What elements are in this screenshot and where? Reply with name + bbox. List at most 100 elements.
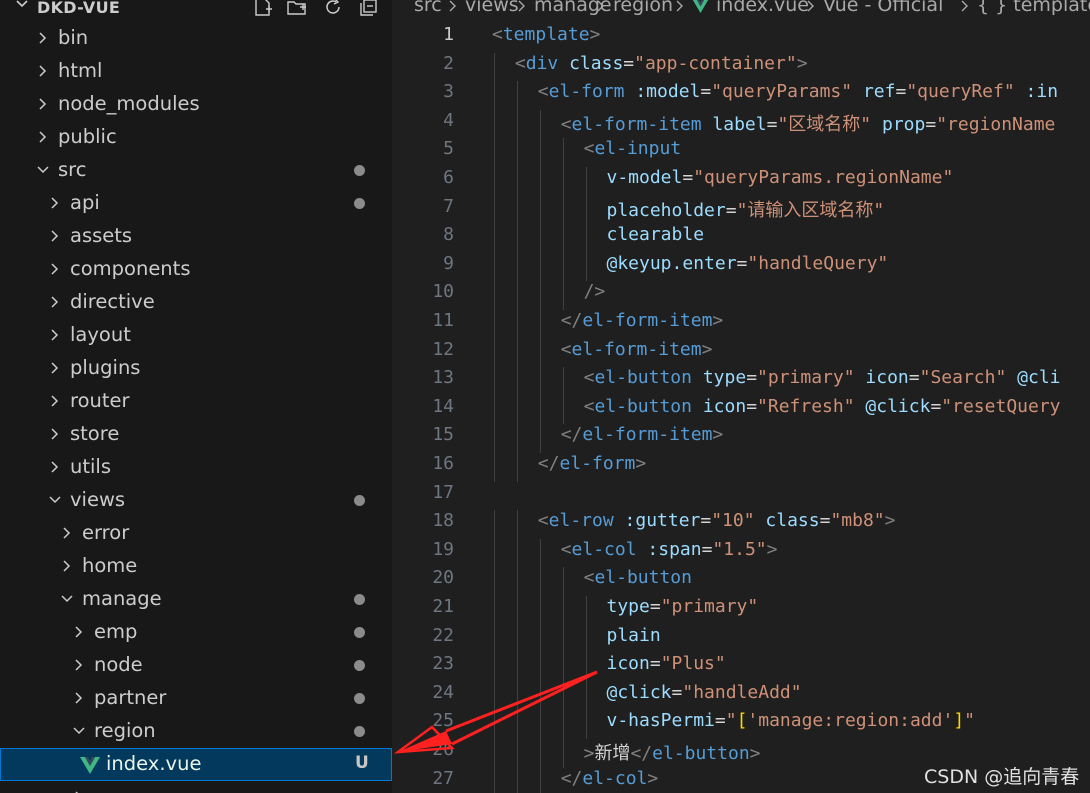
chevron-right-icon[interactable] [48, 295, 62, 309]
chevron-right-icon[interactable] [48, 196, 62, 210]
indent-guide [539, 367, 541, 396]
chevron-right-icon[interactable] [60, 559, 74, 573]
chevron-right-icon[interactable] [72, 691, 86, 705]
code-line: plain [607, 625, 661, 646]
chevron-right-icon[interactable] [36, 31, 50, 45]
line-number: 15 [432, 424, 454, 446]
tree-item-label: node [94, 653, 143, 676]
breadcrumb-item[interactable]: index.vue [716, 0, 809, 16]
folder-item[interactable]: layout [0, 319, 392, 352]
chevron-right-icon[interactable] [48, 427, 62, 441]
indent-guide [562, 367, 564, 396]
indent-guide [494, 310, 495, 339]
code-token: = [682, 167, 694, 188]
chevron-right-icon[interactable] [48, 460, 62, 474]
code-line: /> [584, 281, 606, 302]
folder-item[interactable]: bin [0, 22, 392, 55]
folder-item[interactable]: error [0, 517, 392, 550]
folder-item[interactable]: utils [0, 451, 392, 484]
indent-guide [516, 538, 518, 568]
indent-guide [516, 710, 518, 739]
indent-guide [539, 424, 541, 453]
code-token: :in [1025, 81, 1059, 103]
tree-item-label: views [70, 488, 126, 511]
folder-item[interactable]: partner [0, 682, 392, 715]
indent-guide [494, 167, 495, 196]
folder-item[interactable]: html [0, 55, 392, 88]
code-token: el-row [548, 510, 614, 532]
folder-item[interactable]: node [0, 649, 392, 682]
folder-item[interactable]: directive [0, 286, 392, 319]
chevron-right-icon[interactable] [60, 526, 74, 540]
folder-item[interactable]: node_modules [0, 88, 392, 121]
chevron-right-icon[interactable] [36, 130, 50, 144]
indent-guide [585, 596, 587, 625]
chevron-right-icon[interactable] [48, 229, 62, 243]
code-line: </el-form> [538, 453, 646, 474]
code-token: "Search" [919, 367, 1007, 389]
folder-item[interactable]: views [0, 484, 392, 517]
code-token: < [560, 538, 572, 560]
chevron-down-icon[interactable] [60, 592, 74, 606]
explorer-header[interactable]: DKD-VUE [0, 0, 392, 18]
folder-item[interactable]: src [0, 154, 392, 187]
chevron-right-icon[interactable] [48, 361, 62, 375]
code-token: v-model [606, 167, 683, 188]
folder-item[interactable]: router [0, 385, 392, 418]
new-folder-icon[interactable] [286, 0, 308, 18]
folder-item[interactable]: components [0, 253, 392, 286]
breadcrumb-item[interactable]: src [414, 0, 442, 16]
code-token: @click [865, 395, 931, 417]
folder-item[interactable]: assets [0, 220, 392, 253]
line-number: 26 [432, 739, 454, 760]
file-item[interactable]: index.vue U [0, 748, 392, 781]
code-token: </ [560, 767, 583, 789]
chevron-down-icon[interactable] [14, 0, 30, 12]
code-token: "区域名称" [777, 113, 872, 135]
tree-item-label: store [70, 422, 120, 445]
chevron-down-icon[interactable] [36, 163, 50, 177]
folder-item[interactable]: api [0, 187, 392, 220]
folder-item[interactable]: plugins [0, 352, 392, 385]
tree-item-label: plugins [70, 356, 141, 379]
folder-item[interactable]: manage [0, 583, 392, 616]
chevron-right-icon[interactable] [36, 64, 50, 78]
folder-item[interactable]: region [0, 715, 392, 748]
vue-file-icon [692, 0, 709, 13]
code-token: el-form [559, 453, 636, 474]
code-token: > [796, 52, 808, 74]
collapse-all-icon[interactable] [358, 0, 380, 18]
folder-item[interactable]: public [0, 121, 392, 154]
tree-item-label: public [58, 125, 117, 148]
refresh-icon[interactable] [322, 0, 344, 18]
folder-item[interactable]: store [0, 418, 392, 451]
code-line: <el-button type="primary" icon="Search" … [584, 367, 1061, 388]
code-token: prop [881, 113, 926, 135]
indent-guide [539, 167, 541, 196]
chevron-right-icon[interactable] [48, 328, 62, 342]
tree-item-label: partner [94, 686, 167, 709]
breadcrumb-item[interactable]: region [613, 0, 673, 16]
chevron-down-icon[interactable] [72, 724, 86, 738]
line-number: 3 [443, 81, 454, 103]
indent-guide [562, 252, 564, 282]
breadcrumb-item[interactable]: views [465, 0, 519, 16]
code-line: v-hasPermi="['manage:region:add']" [607, 710, 976, 731]
chevron-down-icon[interactable] [48, 493, 62, 507]
indent-guide [516, 109, 518, 139]
breadcrumb-item[interactable]: Vue - Official [823, 0, 943, 16]
new-file-icon[interactable] [252, 0, 274, 18]
folder-item[interactable]: emp [0, 616, 392, 649]
code-editor[interactable]: src views manage region index.vue Vue - Offic… [392, 0, 1090, 793]
chevron-right-icon[interactable] [72, 658, 86, 672]
chevron-right-icon[interactable] [36, 97, 50, 111]
folder-item[interactable]: home [0, 550, 392, 583]
chevron-right-icon[interactable] [48, 394, 62, 408]
indent-guide [539, 224, 541, 253]
tree-item-label: manage [82, 587, 162, 610]
chevron-right-icon[interactable] [48, 262, 62, 276]
indent-guide [585, 252, 587, 282]
breadcrumb-item[interactable]: { } template [977, 0, 1090, 16]
indent-guide [539, 395, 541, 425]
chevron-right-icon[interactable] [72, 625, 86, 639]
